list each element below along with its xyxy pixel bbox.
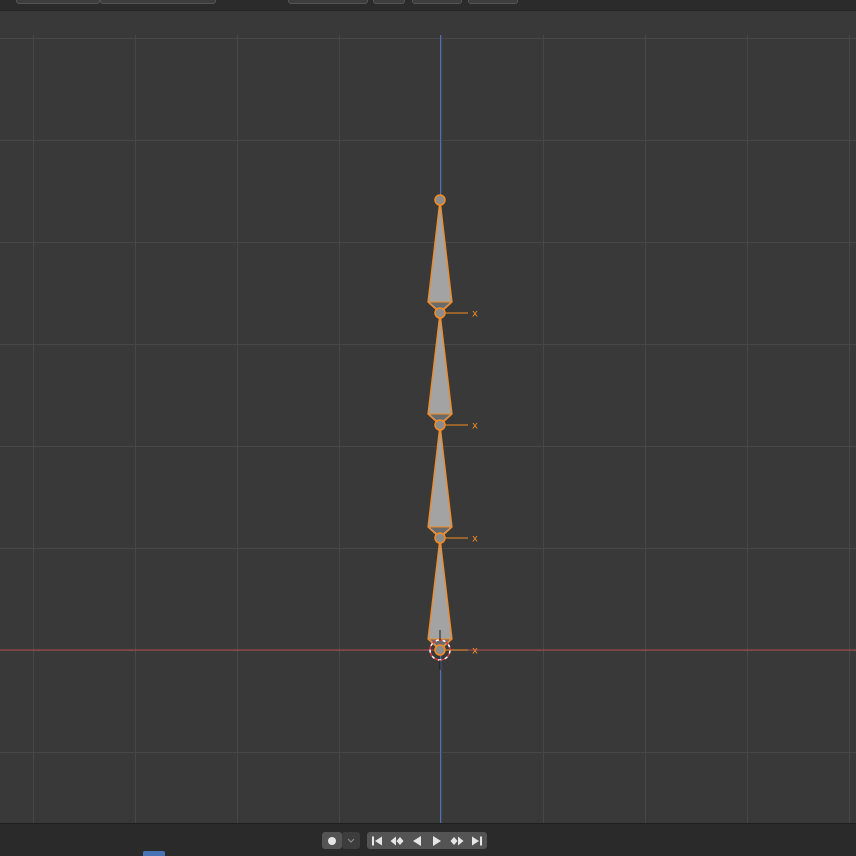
keying-dropdown[interactable] [342, 832, 360, 849]
play-icon [433, 835, 441, 846]
play-reverse-icon [413, 835, 421, 846]
bone-body[interactable] [427, 199, 453, 314]
bone-axis-indicator: x [445, 421, 478, 432]
bone-axis-label: x [472, 421, 478, 432]
armature[interactable]: x x x x [427, 194, 478, 657]
bone-axis-indicator: x [445, 309, 478, 320]
auto-keying-button[interactable] [322, 832, 342, 849]
bone-joint[interactable] [434, 419, 446, 431]
transform-orientation-dropdown[interactable] [288, 0, 368, 4]
jump-to-keyframe-previous-icon [390, 836, 404, 845]
active-workspace-tab[interactable] [143, 851, 165, 856]
bone-joint[interactable] [434, 532, 446, 544]
jump-to-end-icon [472, 836, 482, 845]
pivot-point-dropdown[interactable] [373, 0, 405, 4]
mode-selector[interactable] [16, 0, 100, 4]
chevron-down-icon [347, 838, 355, 843]
jump-to-keyframe-next-icon [450, 836, 464, 845]
bone-axis-indicator: x [445, 534, 478, 545]
bone-body[interactable] [427, 424, 453, 539]
view-menu-group[interactable] [100, 0, 216, 4]
proportional-edit-toggle[interactable] [468, 0, 518, 4]
jump-to-next-keyframe-button[interactable] [447, 832, 467, 849]
snap-toggle[interactable] [412, 0, 462, 4]
3d-viewport[interactable]: x x x x [0, 11, 856, 823]
viewport-grid [0, 35, 856, 823]
bone-joint[interactable] [434, 194, 446, 206]
jump-to-start-icon [372, 836, 382, 845]
playback-controls [367, 832, 487, 849]
bone-joint[interactable] [434, 307, 446, 319]
bone-axis-label: x [472, 534, 478, 545]
bone-joint[interactable] [434, 644, 446, 656]
jump-to-start-button[interactable] [367, 832, 387, 849]
bone[interactable] [427, 424, 453, 539]
bone[interactable] [427, 199, 453, 314]
bone[interactable] [427, 312, 453, 426]
bone-axis-label: x [472, 646, 478, 657]
record-icon [328, 836, 336, 845]
bone-axis-label: x [472, 309, 478, 320]
jump-to-previous-keyframe-button[interactable] [387, 832, 407, 849]
viewport-canvas[interactable]: x x x x [0, 11, 856, 823]
viewport-header [0, 0, 856, 11]
bone-body[interactable] [427, 312, 453, 426]
timeline-playback-bar [0, 823, 856, 856]
play-button[interactable] [427, 832, 447, 849]
jump-to-end-button[interactable] [467, 832, 487, 849]
play-reverse-button[interactable] [407, 832, 427, 849]
